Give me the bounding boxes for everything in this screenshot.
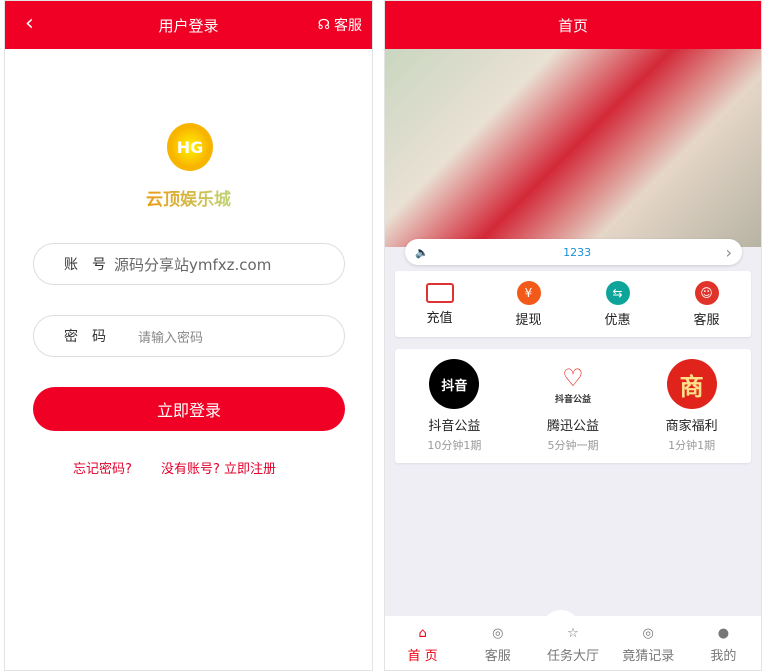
tab-home[interactable]: ⌂ 首 页 xyxy=(385,616,460,670)
bottom-tabbar: ⌂ 首 页 ◎ 客服 ☆ 任务大厅 ◎ 竟猜记录 ● 我的 xyxy=(385,616,761,670)
heart-icon: ♡ xyxy=(562,363,584,392)
home-icon: ⌂ xyxy=(418,626,427,641)
merchant-logo: 商 xyxy=(666,359,717,409)
login-button[interactable]: 立即登录 xyxy=(33,387,345,431)
quick-service[interactable]: ☺ 客服 xyxy=(662,271,751,337)
login-header: ‹ 用户登录 ☊ 客服 xyxy=(5,1,372,49)
trophy-icon: ◎ xyxy=(492,626,504,641)
game-item[interactable]: 抖音 抖音公益 10分钟1期 xyxy=(395,349,514,463)
quick-promo[interactable]: ⇆ 优惠 xyxy=(573,271,662,337)
back-icon[interactable]: ‹ xyxy=(25,11,34,36)
exchange-icon: ⇆ xyxy=(605,280,630,305)
game-item[interactable]: ♡ 抖音公益 腾迅公益 5分钟一期 xyxy=(514,349,633,463)
page-title: 用户登录 xyxy=(158,16,219,35)
notice-bar[interactable]: 🔈 1233 › xyxy=(405,239,742,265)
agent-icon: ☺ xyxy=(694,280,719,305)
brand-name: 云顶娱乐城 xyxy=(5,185,372,210)
quick-actions: 充值 ¥ 提现 ⇆ 优惠 ☺ 客服 xyxy=(395,271,751,337)
account-field[interactable]: 账号 源码分享站ymfxz.com xyxy=(33,243,345,285)
tab-service[interactable]: ◎ 客服 xyxy=(460,616,535,670)
douyin-logo: 抖音 xyxy=(429,359,480,409)
headset-icon: ☊ xyxy=(317,17,330,33)
chevron-right-icon[interactable]: › xyxy=(726,243,732,262)
tab-mine[interactable]: ● 我的 xyxy=(686,616,761,670)
speaker-icon: 🔈 xyxy=(415,245,429,259)
user-icon: ● xyxy=(717,626,730,641)
page-title: 首页 xyxy=(557,16,588,35)
coin-icon: ¥ xyxy=(516,280,541,305)
forgot-password-link[interactable]: 忘记密码? xyxy=(73,458,132,477)
card-icon xyxy=(425,282,454,303)
quick-withdraw[interactable]: ¥ 提现 xyxy=(484,271,573,337)
game-list: 抖音 抖音公益 10分钟1期 ♡ 抖音公益 腾迅公益 5分钟一期 商商家福利 1分钟1期 xyxy=(395,349,751,463)
service-button[interactable]: ☊ 客服 xyxy=(318,15,362,35)
tab-tasks[interactable]: ☆ 任务大厅 xyxy=(535,616,610,670)
charity-logo: ♡ 抖音公益 xyxy=(554,363,591,405)
game-item[interactable]: 商商家福利 1分钟1期 xyxy=(632,349,751,463)
star-icon: ☆ xyxy=(567,626,579,641)
brand-logo: HG xyxy=(167,123,213,171)
banner-image[interactable] xyxy=(385,49,761,247)
home-screen: 首页 🔈 1233 › 充值 ¥ 提现 ⇆ 优惠 ☺ 客服 抖音 抖音公益 10分钟1期 … xyxy=(384,0,762,671)
register-link[interactable]: 没有账号? 立即注册 xyxy=(161,458,276,477)
password-field[interactable]: 密码 请输入密码 xyxy=(33,315,345,357)
trophy-icon: ◎ xyxy=(642,626,654,641)
login-screen: ‹ 用户登录 ☊ 客服 HG 云顶娱乐城 账号 源码分享站ymfxz.com 密码… xyxy=(4,0,373,671)
home-header: 首页 xyxy=(385,1,761,49)
quick-recharge[interactable]: 充值 xyxy=(395,271,484,337)
tab-records[interactable]: ◎ 竟猜记录 xyxy=(611,616,686,670)
